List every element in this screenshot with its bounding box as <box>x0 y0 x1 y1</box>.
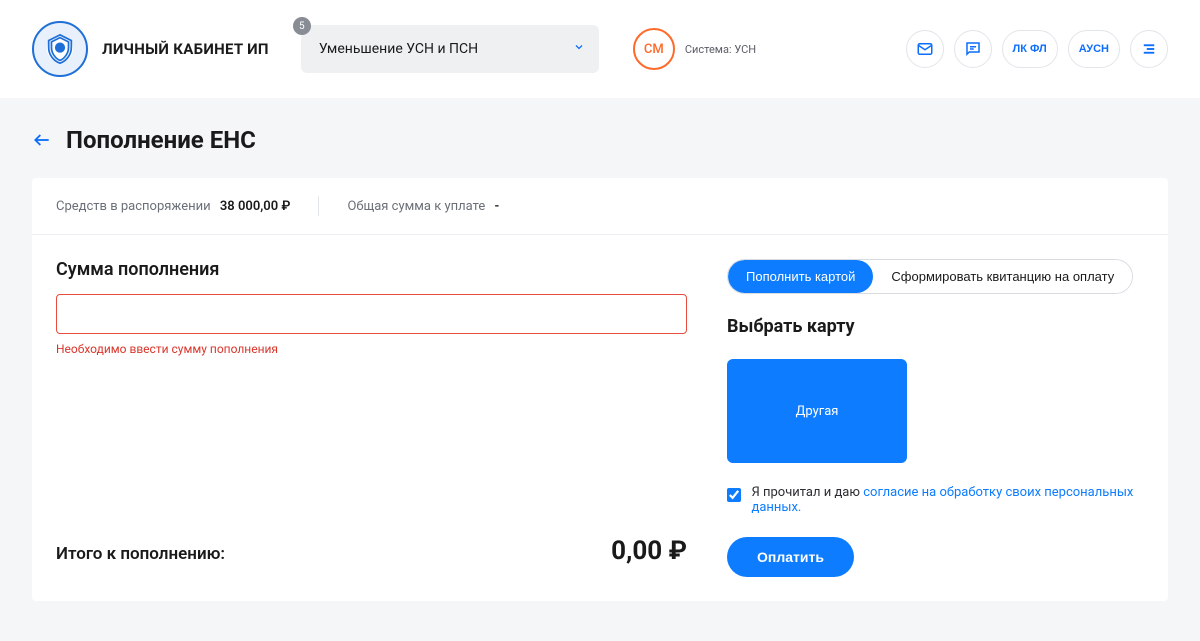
total-pay-value: - <box>494 199 499 214</box>
card-body: Сумма пополнения Необходимо ввести сумму… <box>32 235 1168 601</box>
avatar-block: СМ Система: УСН <box>633 28 756 70</box>
page-title-row: Пополнение ЕНС <box>32 126 1168 154</box>
card-option-label: Другая <box>796 404 839 419</box>
logo-block: ЛИЧНЫЙ КАБИНЕТ ИП <box>32 21 269 77</box>
consent-prefix: Я прочитал и даю <box>751 485 863 500</box>
funds-label: Средств в распоряжении <box>56 199 211 214</box>
avatar[interactable]: СМ <box>633 28 675 70</box>
header: ЛИЧНЫЙ КАБИНЕТ ИП 5 Уменьшение УСН и ПСН… <box>0 0 1200 98</box>
right-column: Пополнить картой Сформировать квитанцию … <box>727 259 1144 577</box>
left-column: Сумма пополнения Необходимо ввести сумму… <box>56 259 687 577</box>
page-title: Пополнение ЕНС <box>66 126 256 154</box>
tab-pay-card[interactable]: Пополнить картой <box>728 260 873 293</box>
nav-lkfl[interactable]: ЛК ФЛ <box>1002 30 1058 68</box>
consent-text: Я прочитал и даю согласие на обработку с… <box>751 485 1144 515</box>
notification-dropdown[interactable]: 5 Уменьшение УСН и ПСН <box>301 25 599 73</box>
page: Пополнение ЕНС Средств в распоряжении 38… <box>0 98 1200 641</box>
summary-bar: Средств в распоряжении 38 000,00 ₽ Общая… <box>32 178 1168 235</box>
card-option-other[interactable]: Другая <box>727 359 907 463</box>
consent-row[interactable]: Я прочитал и даю согласие на обработку с… <box>727 485 1144 515</box>
total-row: Итого к пополнению: 0,00 ₽ <box>56 536 687 566</box>
chat-icon[interactable] <box>954 30 992 68</box>
mail-icon[interactable] <box>906 30 944 68</box>
amount-error: Необходимо ввести сумму пополнения <box>56 342 687 356</box>
total-value: 0,00 ₽ <box>611 536 687 566</box>
emblem-icon <box>32 21 88 77</box>
notification-badge: 5 <box>293 17 311 35</box>
back-arrow-icon[interactable] <box>32 130 52 150</box>
pay-button[interactable]: Оплатить <box>727 537 854 577</box>
chevron-down-icon <box>573 41 585 57</box>
total-to-pay: Общая сумма к уплате - <box>347 199 499 214</box>
amount-input[interactable] <box>56 294 687 334</box>
total-label: Итого к пополнению: <box>56 544 225 564</box>
notification-text: Уменьшение УСН и ПСН <box>319 41 478 57</box>
funds-value: 38 000,00 ₽ <box>220 199 291 214</box>
amount-label: Сумма пополнения <box>56 259 687 280</box>
menu-icon[interactable] <box>1130 30 1168 68</box>
consent-checkbox[interactable] <box>727 487 741 503</box>
header-icons: ЛК ФЛ АУСН <box>906 30 1168 68</box>
choose-card-label: Выбрать карту <box>727 316 1144 337</box>
total-pay-label: Общая сумма к уплате <box>347 199 485 214</box>
system-label: Система: УСН <box>685 43 756 56</box>
payment-method-tabs: Пополнить картой Сформировать квитанцию … <box>727 259 1133 294</box>
tab-form-receipt[interactable]: Сформировать квитанцию на оплату <box>873 260 1132 293</box>
nav-ausn[interactable]: АУСН <box>1068 30 1120 68</box>
divider <box>318 196 319 216</box>
main-card: Средств в распоряжении 38 000,00 ₽ Общая… <box>32 178 1168 601</box>
app-title: ЛИЧНЫЙ КАБИНЕТ ИП <box>102 40 269 58</box>
funds-available: Средств в распоряжении 38 000,00 ₽ <box>56 199 290 214</box>
